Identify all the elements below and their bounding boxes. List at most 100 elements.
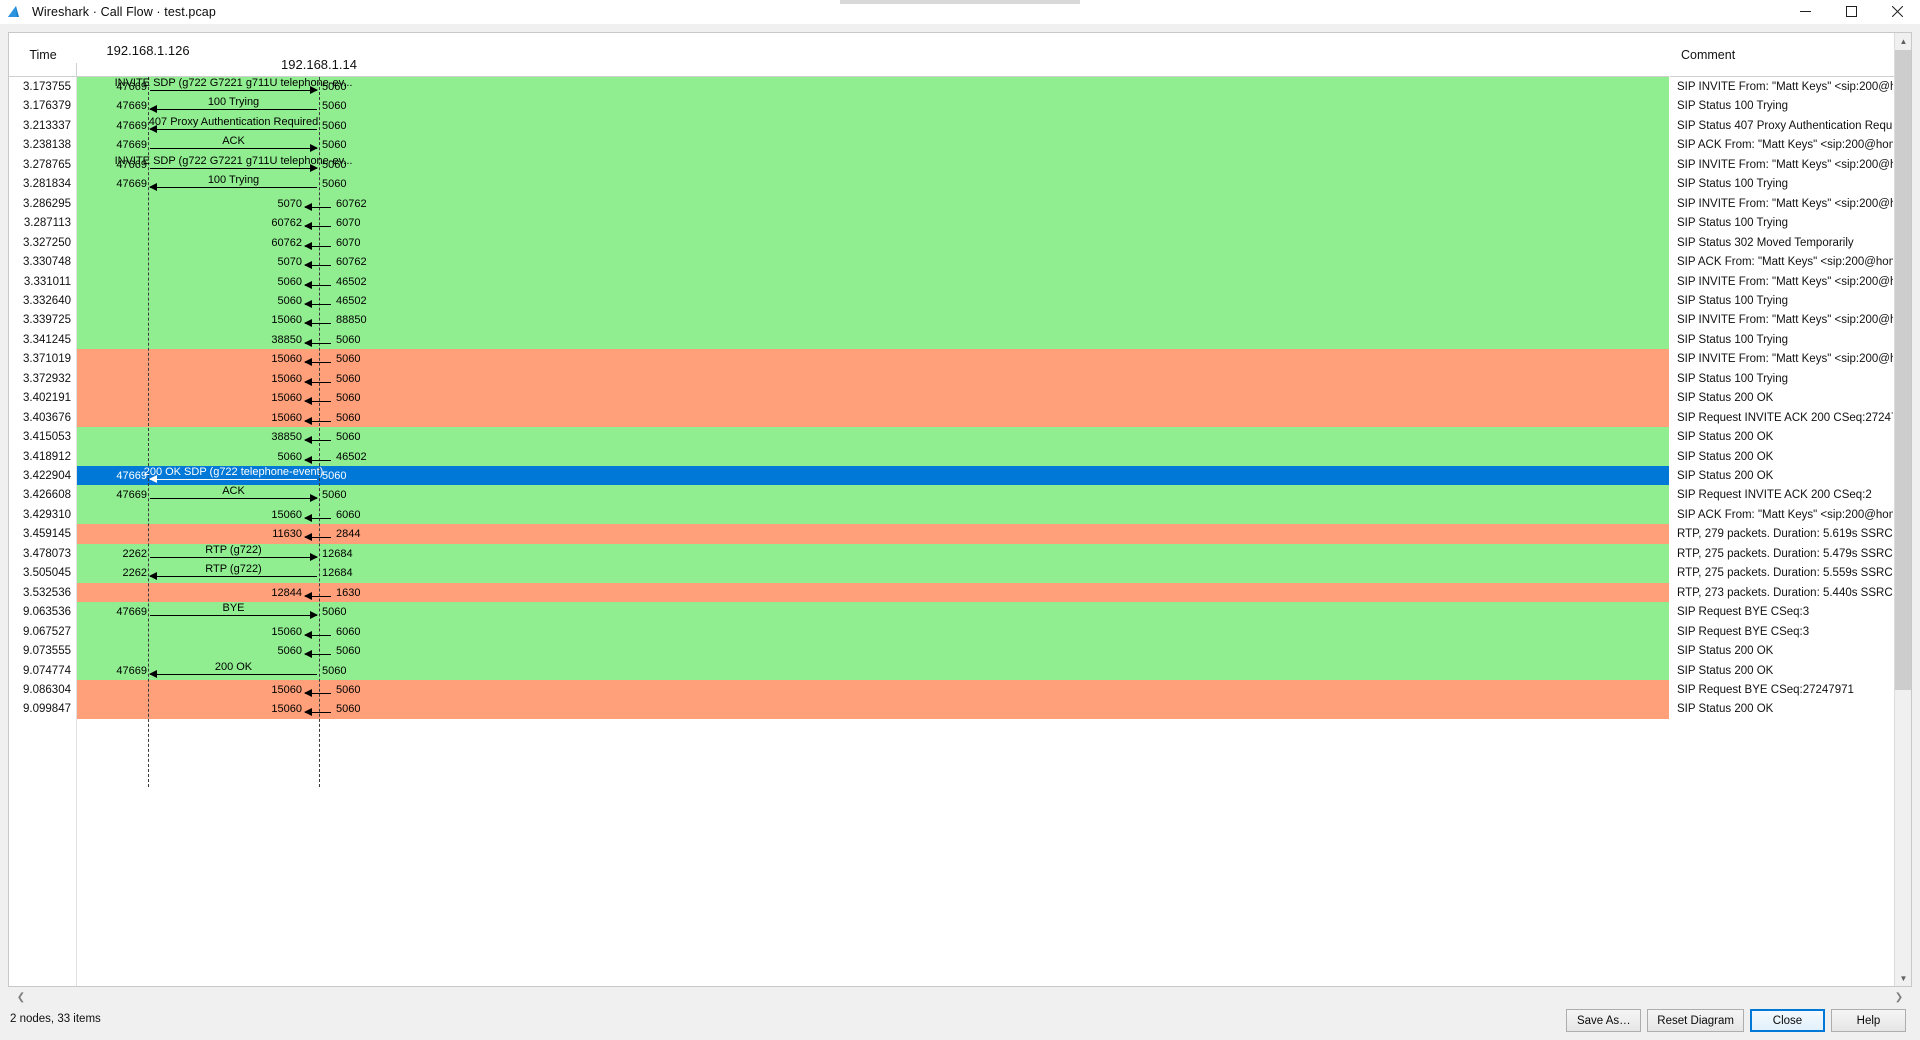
destination-port-label: 6070 <box>336 217 361 230</box>
message-arrow[interactable]: RTP (g722) <box>77 563 1669 581</box>
message-arrow[interactable]: 407 Proxy Authentication Required <box>77 116 1669 134</box>
header-divider <box>76 63 77 77</box>
message-arrow[interactable] <box>77 449 1669 465</box>
message-arrow[interactable] <box>77 274 1669 290</box>
message-arrow[interactable] <box>77 643 1669 659</box>
scroll-up-icon[interactable]: ▲ <box>1895 33 1911 50</box>
time-cell: 3.372932 <box>23 372 71 385</box>
window-drag-strip[interactable] <box>840 0 1080 4</box>
time-cell: 3.418912 <box>23 450 71 463</box>
source-port-label: 15060 <box>271 625 302 638</box>
destination-port-label: 5060 <box>336 392 361 405</box>
arrow-line <box>150 615 317 617</box>
message-arrow[interactable]: 100 Trying <box>77 96 1669 114</box>
arrow-label: 200 OK SDP (g722 telephone-event) <box>143 466 324 478</box>
message-arrow[interactable]: INVITE SDP (g722 G7221 g711U telephone-e… <box>77 77 1669 95</box>
comment-cell: RTP, 275 packets. Duration: 5.479s SSRC:… <box>1677 547 1893 560</box>
destination-port-label: 12684 <box>322 547 353 560</box>
vertical-scroll-thumb[interactable] <box>1895 50 1911 690</box>
time-cell: 3.402191 <box>23 392 71 405</box>
scroll-left-icon[interactable]: ❮ <box>12 988 30 1006</box>
time-cell: 9.099847 <box>23 703 71 716</box>
message-arrow[interactable] <box>77 526 1669 542</box>
message-arrow[interactable] <box>77 390 1669 406</box>
comment-cell: SIP Status 100 Trying <box>1677 217 1789 230</box>
close-button[interactable]: Close <box>1750 1009 1825 1032</box>
scroll-right-icon[interactable]: ❯ <box>1890 988 1908 1006</box>
source-port-label: 47669 <box>116 470 147 482</box>
message-arrow[interactable] <box>77 332 1669 348</box>
destination-port-label: 60762 <box>336 256 367 269</box>
comment-cell: SIP INVITE From: "Matt Keys" <sip:200@ho… <box>1677 275 1893 288</box>
arrow-line <box>150 167 317 169</box>
comment-cell: SIP Status 100 Trying <box>1677 294 1789 307</box>
source-port-label: 47669 <box>116 178 147 191</box>
message-arrow[interactable] <box>77 235 1669 251</box>
arrow-head-left <box>304 241 312 250</box>
source-port-label: 15060 <box>271 683 302 696</box>
message-arrow[interactable]: BYE <box>77 602 1669 620</box>
comment-cell: SIP Request BYE CSeq:3 <box>1677 606 1810 619</box>
comment-cell: SIP Status 200 OK <box>1677 450 1774 463</box>
maximize-button[interactable] <box>1828 0 1874 24</box>
message-arrow[interactable]: ACK <box>77 135 1669 153</box>
message-arrow[interactable] <box>77 215 1669 231</box>
message-arrow[interactable] <box>77 429 1669 445</box>
horizontal-scrollbar[interactable]: ❮ ❯ <box>8 988 1912 1006</box>
close-window-button[interactable] <box>1874 0 1920 24</box>
diagram-scroll-area[interactable]: INVITE SDP (g722 G7221 g711U telephone-e… <box>9 77 1895 986</box>
help-button[interactable]: Help <box>1831 1009 1906 1032</box>
message-arrow[interactable] <box>77 371 1669 387</box>
message-arrow[interactable] <box>77 682 1669 698</box>
message-arrow[interactable] <box>77 312 1669 328</box>
node-label-1: 192.168.1.14 <box>281 57 357 72</box>
comment-cell: RTP, 273 packets. Duration: 5.440s SSRC:… <box>1677 586 1893 599</box>
save-as-button[interactable]: Save As… <box>1566 1009 1642 1032</box>
column-header-time: Time <box>29 48 57 62</box>
message-arrow[interactable]: ACK <box>77 485 1669 503</box>
comment-cell: RTP, 275 packets. Duration: 5.559s SSRC:… <box>1677 567 1893 580</box>
message-arrow[interactable] <box>77 254 1669 270</box>
message-arrow[interactable] <box>77 585 1669 601</box>
destination-port-label: 5060 <box>322 81 347 93</box>
destination-port-label: 5060 <box>322 139 347 152</box>
comment-cell: SIP INVITE From: "Matt Keys" <sip:200@ho… <box>1677 353 1893 366</box>
message-arrow[interactable] <box>77 701 1669 717</box>
window-controls <box>1782 0 1920 24</box>
flow-canvas[interactable]: INVITE SDP (g722 G7221 g711U telephone-e… <box>77 77 1669 986</box>
time-cell: 3.176379 <box>23 100 71 113</box>
destination-port-label: 46502 <box>336 275 367 288</box>
reset-diagram-button[interactable]: Reset Diagram <box>1647 1009 1744 1032</box>
message-arrow[interactable] <box>77 351 1669 367</box>
arrow-head-left <box>304 455 312 464</box>
arrow-label: BYE <box>222 602 245 615</box>
minimize-button[interactable] <box>1782 0 1828 24</box>
message-arrow[interactable]: 200 OK <box>77 661 1669 679</box>
message-arrow[interactable]: RTP (g722) <box>77 544 1669 562</box>
time-cell: 3.286295 <box>23 197 71 210</box>
destination-port-label: 60762 <box>336 197 367 210</box>
source-port-label: 60762 <box>271 236 302 249</box>
scroll-down-icon[interactable]: ▼ <box>1895 970 1911 986</box>
source-port-label: 15060 <box>271 392 302 405</box>
destination-port-label: 5060 <box>322 489 347 502</box>
message-arrow[interactable] <box>77 293 1669 309</box>
arrow-line <box>150 187 317 189</box>
vertical-scrollbar[interactable]: ▲ ▼ <box>1894 33 1911 986</box>
source-port-label: 5060 <box>277 645 302 658</box>
time-cell: 3.415053 <box>23 431 71 444</box>
message-arrow[interactable] <box>77 624 1669 640</box>
message-arrow[interactable]: 100 Trying <box>77 174 1669 192</box>
message-arrow[interactable]: INVITE SDP (g722 G7221 g711U telephone-e… <box>77 155 1669 173</box>
source-port-label: 47669 <box>116 81 147 93</box>
arrow-head-left <box>304 358 312 367</box>
window-title: Wireshark · Call Flow · test.pcap <box>32 4 216 19</box>
source-port-label: 47669 <box>116 119 147 132</box>
message-arrow[interactable] <box>77 196 1669 212</box>
message-arrow[interactable] <box>77 507 1669 523</box>
arrow-head-left <box>304 222 312 231</box>
message-arrow[interactable] <box>77 410 1669 426</box>
source-port-label: 47669 <box>116 606 147 619</box>
arrow-head-left <box>149 669 157 678</box>
message-arrow[interactable]: 200 OK SDP (g722 telephone-event) <box>77 466 1669 484</box>
